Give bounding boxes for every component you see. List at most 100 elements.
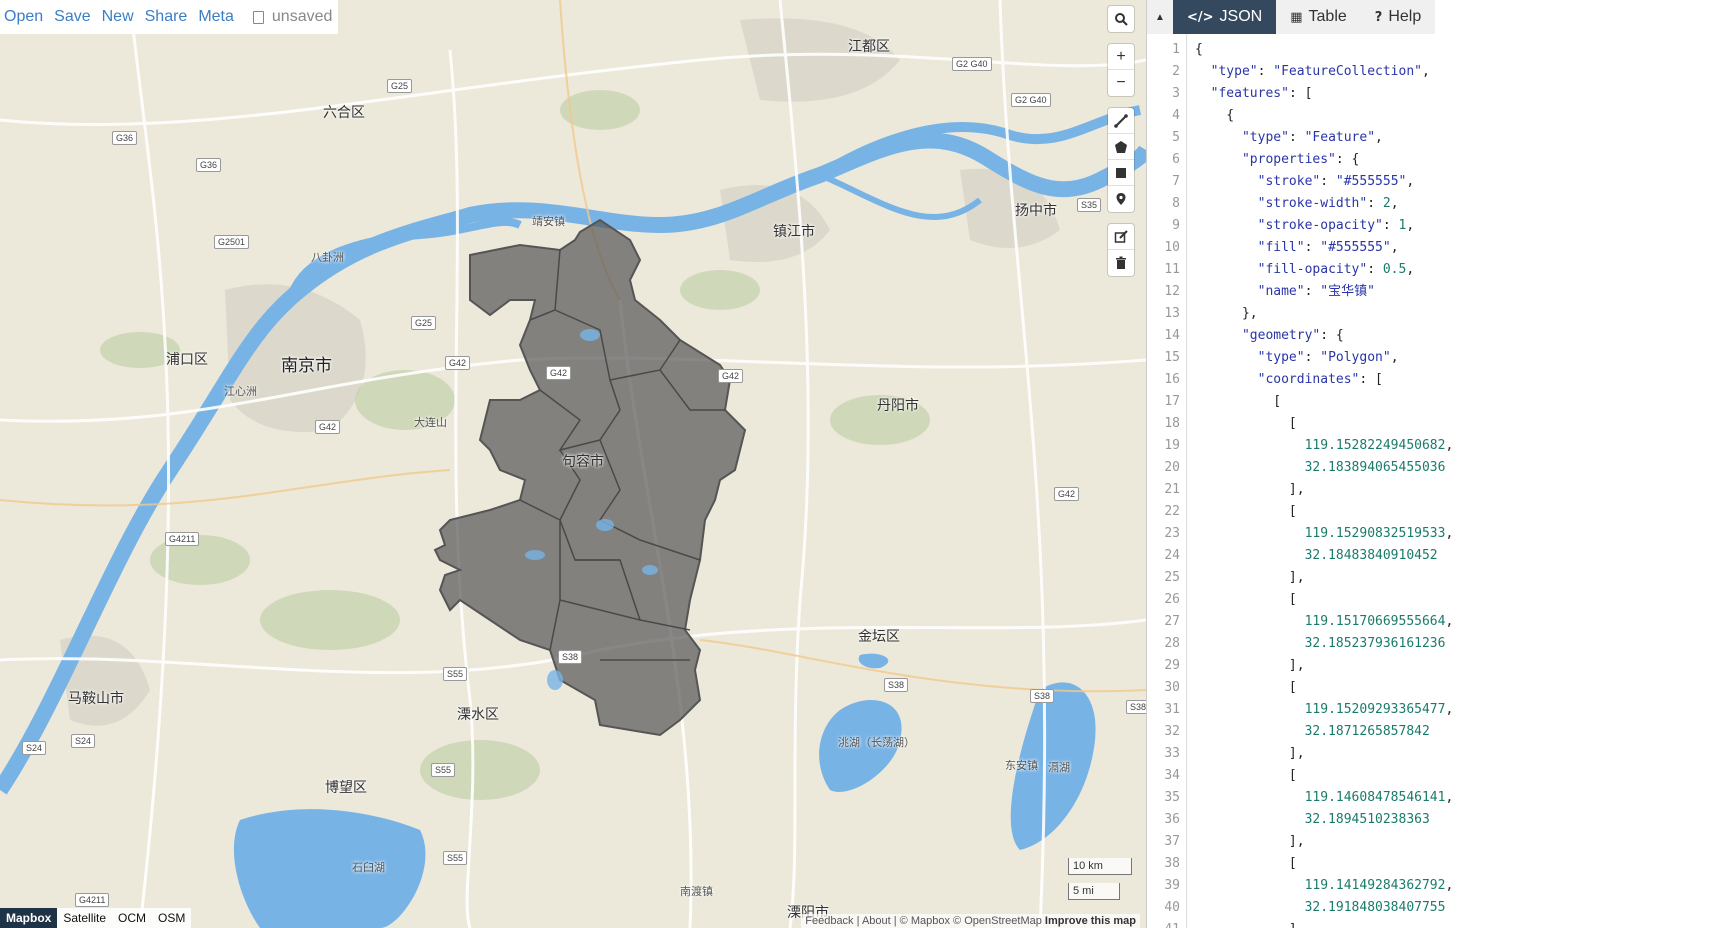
mapbox-link[interactable]: © Mapbox <box>900 915 950 927</box>
menu-share[interactable]: Share <box>143 8 197 26</box>
code-line[interactable]: "coordinates": [ <box>1195 369 1715 391</box>
code-line[interactable]: [ <box>1195 589 1715 611</box>
code-area[interactable]: { "type": "FeatureCollection", "features… <box>1187 34 1715 928</box>
line-number: 6 <box>1172 152 1180 167</box>
tab-json[interactable]: </> JSON <box>1173 0 1277 34</box>
code-line[interactable]: "type": "FeatureCollection", <box>1195 61 1715 83</box>
code-line[interactable]: ], <box>1195 567 1715 589</box>
code-line[interactable]: [ <box>1195 391 1715 413</box>
code-line[interactable]: { <box>1195 39 1715 61</box>
code-line[interactable]: ], <box>1195 831 1715 853</box>
draw-polygon-icon[interactable] <box>1108 134 1134 160</box>
line-number: 41 <box>1147 919 1180 928</box>
code-line[interactable]: "stroke-opacity": 1, <box>1195 215 1715 237</box>
code-line[interactable]: ], <box>1195 743 1715 765</box>
line-number: 26 <box>1164 592 1180 607</box>
code-line[interactable]: "type": "Feature", <box>1195 127 1715 149</box>
improve-map-link[interactable]: Improve this map <box>1045 915 1136 927</box>
road-shield: G25 <box>411 316 437 330</box>
road-shield: G36 <box>196 158 222 172</box>
menu-open[interactable]: Open <box>2 8 52 26</box>
line-number: 30 <box>1164 680 1180 695</box>
map-view[interactable]: 江都区 六合区 靖安镇 镇江市 扬中市 浦口区 南京市 句容市 丹阳市 金坛区 … <box>0 0 1146 928</box>
place-label: 八卦洲 <box>311 251 344 264</box>
line-number: 17 <box>1164 394 1180 409</box>
code-line[interactable]: [ <box>1195 501 1715 523</box>
tab-table[interactable]: ▦ Table <box>1276 0 1361 34</box>
code-line[interactable]: ], <box>1195 479 1715 501</box>
code-line[interactable]: "stroke": "#555555", <box>1195 171 1715 193</box>
code-line[interactable]: [ <box>1195 677 1715 699</box>
code-line[interactable]: "name": "宝华镇" <box>1195 281 1715 303</box>
about-link[interactable]: About <box>862 915 891 927</box>
place-label: 滆湖 <box>1048 761 1070 774</box>
menu-save[interactable]: Save <box>52 8 99 26</box>
line-number: 28 <box>1164 636 1180 651</box>
line-number: 35 <box>1164 790 1180 805</box>
menu-meta[interactable]: Meta <box>196 8 243 26</box>
layer-satellite[interactable]: Satellite <box>57 908 113 928</box>
tab-help[interactable]: ? Help <box>1361 0 1435 34</box>
road-shield: G42 <box>1054 487 1080 501</box>
code-line[interactable]: ], <box>1195 919 1715 928</box>
code-line[interactable]: [ <box>1195 413 1715 435</box>
draw-marker-icon[interactable] <box>1108 186 1134 212</box>
road-shield: S24 <box>22 741 47 755</box>
road-shield: G25 <box>387 79 413 93</box>
place-label: 南渡镇 <box>680 885 713 898</box>
attribution-separator: | <box>856 915 860 927</box>
code-line[interactable]: 32.18483840910452 <box>1195 545 1715 567</box>
line-number: 20 <box>1164 460 1180 475</box>
collapse-icon[interactable]: ▲ <box>1147 0 1173 34</box>
table-icon: ▦ <box>1290 9 1303 25</box>
code-line[interactable]: "properties": { <box>1195 149 1715 171</box>
code-line[interactable]: 119.15209293365477, <box>1195 699 1715 721</box>
code-line[interactable]: "geometry": { <box>1195 325 1715 347</box>
code-line[interactable]: 32.1894510238363 <box>1195 809 1715 831</box>
search-control <box>1108 6 1134 32</box>
line-number: 5 <box>1172 130 1180 145</box>
menu-new[interactable]: New <box>100 8 143 26</box>
edit-icon[interactable] <box>1108 224 1134 250</box>
code-line[interactable]: "features": [ <box>1195 83 1715 105</box>
line-number: 24 <box>1164 548 1180 563</box>
code-line[interactable]: 32.183894065455036 <box>1195 457 1715 479</box>
place-label: 东安镇 <box>1005 759 1038 772</box>
code-line[interactable]: [ <box>1195 853 1715 875</box>
osm-link[interactable]: © OpenStreetMap <box>953 915 1042 927</box>
code-line[interactable]: 32.191848038407755 <box>1195 897 1715 919</box>
draw-line-icon[interactable] <box>1108 108 1134 134</box>
road-shield: S35 <box>1077 198 1102 212</box>
code-line[interactable]: [ <box>1195 765 1715 787</box>
code-line[interactable]: 119.15170669555664, <box>1195 611 1715 633</box>
code-line[interactable]: "fill-opacity": 0.5, <box>1195 259 1715 281</box>
code-line[interactable]: "stroke-width": 2, <box>1195 193 1715 215</box>
search-icon[interactable] <box>1108 6 1134 32</box>
feedback-link[interactable]: Feedback <box>805 915 853 927</box>
place-label: 马鞍山市 <box>68 691 124 707</box>
zoom-out-button[interactable]: − <box>1108 70 1134 96</box>
scale-mi: 5 mi <box>1068 883 1120 900</box>
code-line[interactable]: 119.14608478546141, <box>1195 787 1715 809</box>
layer-osm[interactable]: OSM <box>152 908 192 928</box>
json-editor[interactable]: 1 2 3 4 5 6 7 8 9 10 11 12 13 14 15 16 17 18 19 20 21 22 23 24 2… <box>1147 34 1715 928</box>
code-line[interactable]: "type": "Polygon", <box>1195 347 1715 369</box>
line-number: 32 <box>1164 724 1180 739</box>
code-line[interactable]: ], <box>1195 655 1715 677</box>
zoom-in-button[interactable]: + <box>1108 44 1134 70</box>
layer-ocm[interactable]: OCM <box>112 908 153 928</box>
code-line[interactable]: 32.185237936161236 <box>1195 633 1715 655</box>
code-line[interactable]: { <box>1195 105 1715 127</box>
layer-mapbox[interactable]: Mapbox <box>0 908 58 928</box>
code-line[interactable]: 119.14149284362792, <box>1195 875 1715 897</box>
code-line[interactable]: "fill": "#555555", <box>1195 237 1715 259</box>
place-label: 丹阳市 <box>877 398 919 414</box>
line-number: 21 <box>1164 482 1180 497</box>
line-number: 15 <box>1164 350 1180 365</box>
draw-rectangle-icon[interactable] <box>1108 160 1134 186</box>
code-line[interactable]: 119.15290832519533, <box>1195 523 1715 545</box>
code-line[interactable]: 119.15282249450682, <box>1195 435 1715 457</box>
code-line[interactable]: }, <box>1195 303 1715 325</box>
code-line[interactable]: 32.1871265857842 <box>1195 721 1715 743</box>
trash-icon[interactable] <box>1108 250 1134 276</box>
